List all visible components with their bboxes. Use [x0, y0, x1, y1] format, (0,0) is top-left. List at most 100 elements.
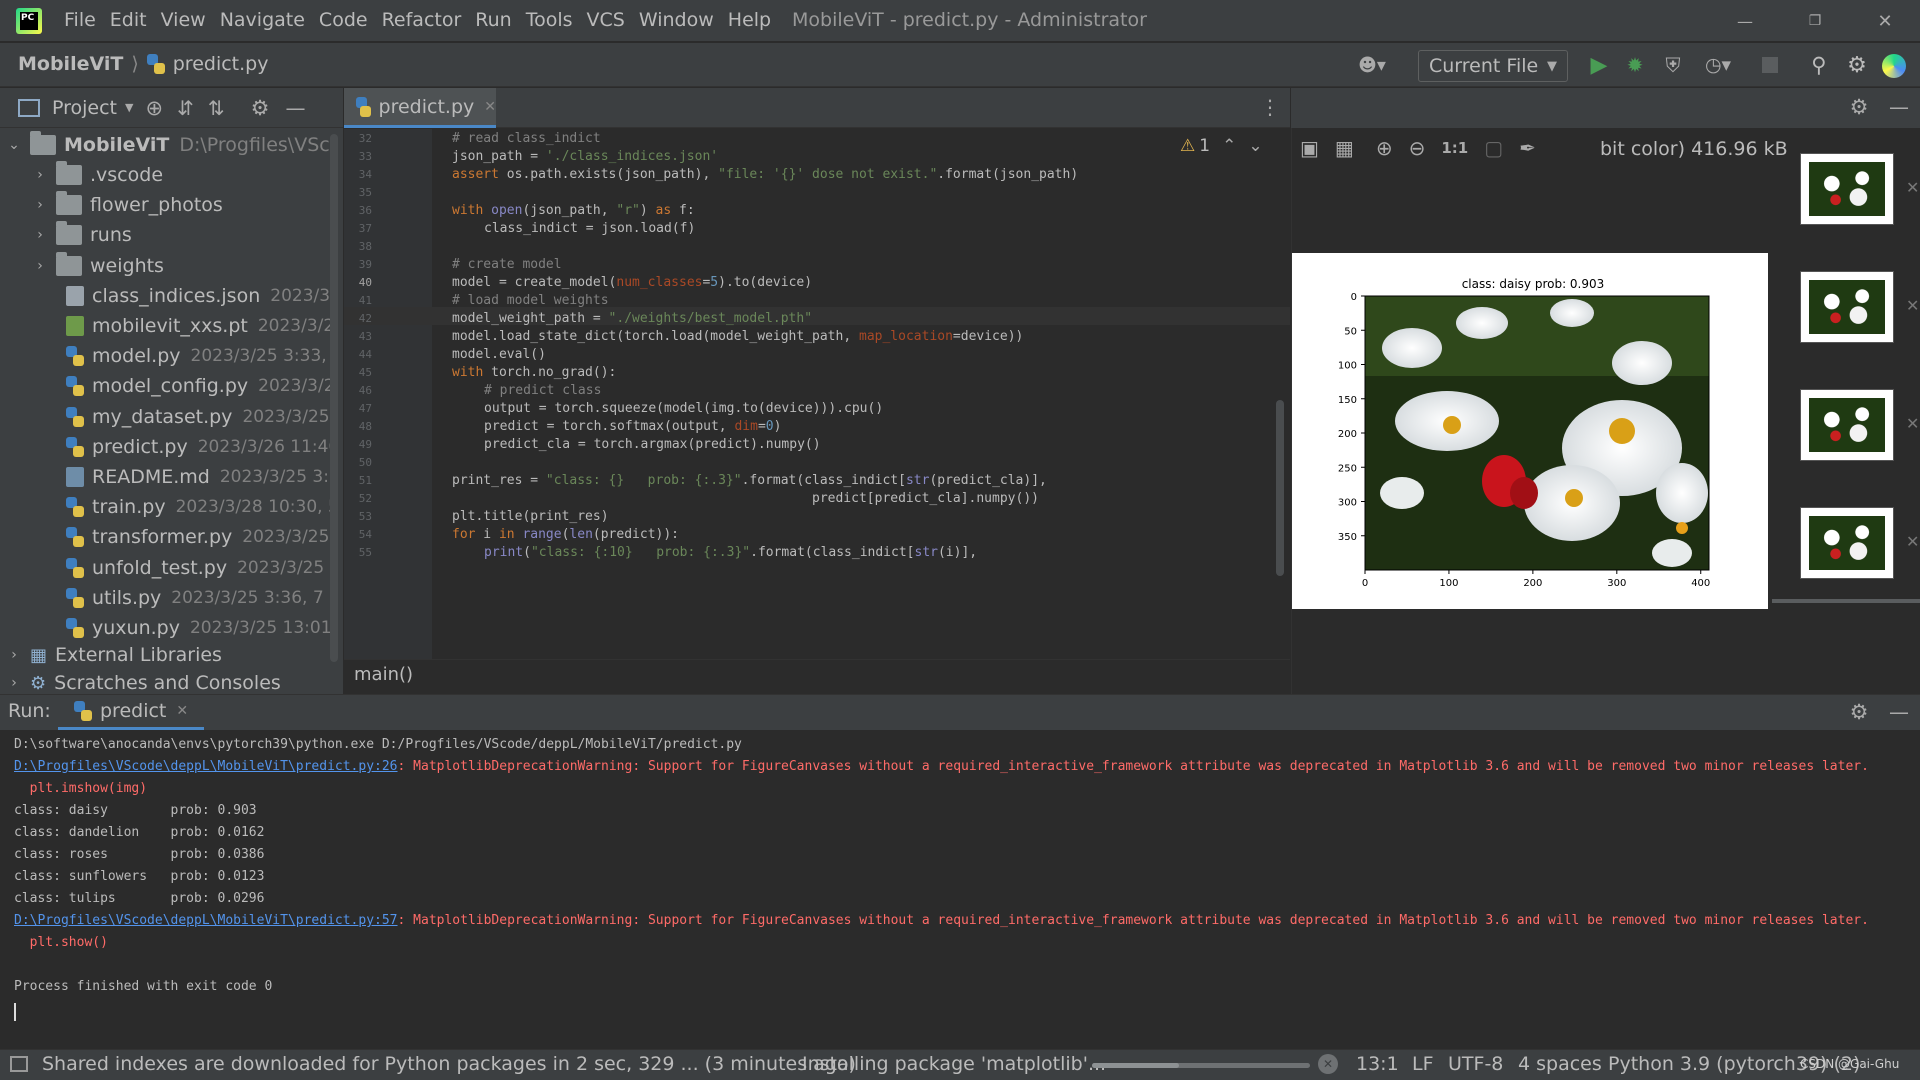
hide-panel-icon[interactable]: —	[1886, 699, 1912, 725]
menu-window[interactable]: Window	[639, 9, 714, 33]
indentation[interactable]: 4 spaces	[1518, 1053, 1602, 1075]
actual-size-button[interactable]: 1:1	[1441, 139, 1468, 157]
tree-file[interactable]: yuxun.py 2023/3/25 13:01, 0 B	[66, 613, 330, 643]
hide-panel-icon[interactable]: —	[1886, 94, 1912, 120]
settings-gear-icon[interactable]: ⚙	[1844, 52, 1870, 78]
menu-refactor[interactable]: Refactor	[382, 9, 462, 33]
user-icon[interactable]: ☻▾	[1352, 52, 1392, 78]
tree-folder[interactable]: › weights	[34, 251, 164, 281]
coverage-icon[interactable]: ⛨	[1660, 52, 1686, 78]
close-tab-icon[interactable]: ✕	[484, 99, 496, 115]
menu-navigate[interactable]: Navigate	[220, 9, 305, 33]
zoom-out-icon[interactable]: ⊖	[1409, 136, 1426, 160]
menu-code[interactable]: Code	[319, 9, 368, 33]
tree-folder[interactable]: › runs	[34, 220, 132, 250]
run-icon[interactable]: ▶	[1586, 52, 1612, 78]
zoom-in-icon[interactable]: ⊕	[1376, 136, 1393, 160]
profile-icon[interactable]: ◷▾	[1698, 52, 1738, 78]
run-tab-predict[interactable]: predict ✕	[58, 694, 204, 730]
tree-folder[interactable]: › .vscode	[34, 160, 163, 190]
search-icon[interactable]: ⚲	[1806, 52, 1832, 78]
fit-zoom-icon[interactable]: ▣	[1300, 136, 1319, 160]
image-thumbnail[interactable]	[1800, 389, 1894, 461]
caret-position[interactable]: 13:1	[1356, 1053, 1399, 1075]
tree-file[interactable]: model_config.py 2023/3/25 3:	[66, 371, 330, 401]
y-tick-label: 250	[1338, 463, 1357, 474]
menu-view[interactable]: View	[161, 9, 206, 33]
more-options-icon[interactable]: ⋮	[1260, 94, 1280, 120]
chevron-down-icon[interactable]: ⌄	[8, 137, 20, 153]
close-thumbnail-icon[interactable]: ✕	[1906, 296, 1919, 315]
close-thumbnail-icon[interactable]: ✕	[1906, 178, 1919, 197]
tree-file[interactable]: README.md 2023/3/25 3:33, 1	[66, 462, 330, 492]
menu-edit[interactable]: Edit	[110, 9, 147, 33]
chevron-right-icon[interactable]: ›	[8, 647, 20, 663]
close-thumbnail-icon[interactable]: ✕	[1906, 414, 1919, 433]
run-config-select[interactable]: Current File ▼	[1418, 50, 1568, 82]
menu-vcs[interactable]: VCS	[587, 9, 625, 33]
tree-item-name: model_config.py	[92, 375, 249, 398]
tree-file[interactable]: my_dataset.py 2023/3/25 3:34	[66, 402, 330, 432]
expand-all-icon[interactable]: ⇵	[177, 96, 194, 120]
tree-file[interactable]: mobilevit_xxs.pt 2023/3/25 13	[66, 311, 330, 341]
tree-folder[interactable]: › flower_photos	[34, 190, 223, 220]
tree-file[interactable]: utils.py 2023/3/25 3:36, 7 kB	[66, 583, 330, 613]
background-icon[interactable]: ▢	[1484, 136, 1503, 160]
hide-panel-icon[interactable]: —	[285, 96, 305, 120]
image-thumbnail[interactable]	[1800, 153, 1894, 225]
editor-scrollbar[interactable]	[1276, 400, 1284, 576]
viewer-hscroll[interactable]	[1772, 599, 1920, 603]
project-view-label[interactable]: Project	[52, 97, 117, 119]
tree-file[interactable]: class_indices.json 2023/3/28 2	[66, 281, 330, 311]
background-task[interactable]: Installing package 'matplotlib'...	[802, 1053, 1106, 1075]
toggle-tool-windows-icon[interactable]	[10, 1056, 28, 1072]
close-tab-icon[interactable]: ✕	[176, 703, 188, 719]
editor-breadcrumb[interactable]: main()	[354, 664, 413, 685]
close-thumbnail-icon[interactable]: ✕	[1906, 532, 1919, 551]
tree-file[interactable]: unfold_test.py 2023/3/25 3:35,	[66, 553, 330, 583]
tree-file[interactable]: model.py 2023/3/25 3:33, 19.7	[66, 341, 330, 371]
restore-icon[interactable]: ❐	[1800, 6, 1830, 36]
chevron-right-icon[interactable]: ›	[34, 258, 46, 274]
menu-run[interactable]: Run	[475, 9, 511, 33]
grid-icon[interactable]: ▦	[1335, 136, 1354, 160]
console-output[interactable]: D:\software\anocanda\envs\pytorch39\pyth…	[0, 731, 1920, 1049]
locate-icon[interactable]: ⊕	[145, 96, 163, 120]
chevron-right-icon[interactable]: ›	[34, 197, 46, 213]
debug-icon[interactable]: ✹	[1622, 52, 1648, 78]
file-encoding[interactable]: UTF-8	[1448, 1053, 1503, 1075]
chevron-right-icon[interactable]: ›	[34, 167, 46, 183]
menu-help[interactable]: Help	[728, 9, 771, 33]
tree-file[interactable]: train.py 2023/3/28 10:30, 5.88 k	[66, 492, 330, 522]
status-message[interactable]: Shared indexes are downloaded for Python…	[42, 1053, 856, 1075]
project-scrollbar[interactable]	[330, 134, 338, 662]
gear-icon[interactable]: ⚙	[251, 96, 270, 120]
gear-icon[interactable]: ⚙	[1846, 94, 1872, 120]
menu-file[interactable]: File	[64, 9, 96, 33]
nav-project-name[interactable]: MobileViT	[18, 53, 123, 75]
image-thumbnail[interactable]	[1800, 507, 1894, 579]
chevron-down-icon[interactable]: ▼	[125, 101, 133, 114]
jetbrains-toolbox-icon[interactable]	[1882, 54, 1906, 78]
stop-icon[interactable]	[1762, 57, 1778, 73]
tree-file[interactable]: predict.py 2023/3/26 11:40, 1.9	[66, 432, 330, 462]
chevron-right-icon[interactable]: ›	[8, 675, 20, 691]
close-icon[interactable]: ✕	[1870, 6, 1900, 36]
tree-file[interactable]: transformer.py 2023/3/25 3:35	[66, 522, 330, 552]
tab-predict-py[interactable]: predict.py ✕	[344, 88, 496, 128]
color-picker-icon[interactable]: ✒	[1519, 136, 1536, 160]
tree-root[interactable]: ⌄ MobileViT D:\Progfiles\VScode\	[8, 130, 330, 160]
cancel-task-icon[interactable]: ✕	[1318, 1054, 1338, 1074]
tree-external-libraries[interactable]: › ▦ External Libraries	[8, 640, 222, 670]
minimize-icon[interactable]: —	[1730, 6, 1760, 36]
line-separator[interactable]: LF	[1412, 1053, 1434, 1075]
collapse-all-icon[interactable]: ⇅	[208, 96, 225, 120]
menu-tools[interactable]: Tools	[526, 9, 573, 33]
nav-file-name[interactable]: predict.py	[173, 53, 269, 75]
chevron-right-icon[interactable]: ›	[34, 227, 46, 243]
source-link[interactable]: D:\Progfiles\VScode\deppL\MobileViT\pred…	[14, 759, 398, 774]
gear-icon[interactable]: ⚙	[1846, 699, 1872, 725]
image-thumbnail[interactable]	[1800, 271, 1894, 343]
code-view[interactable]: 32 33 34 35 36 37 38 39 40 41 42 43 44 45 46 47 48 49 50 51…	[344, 130, 1290, 658]
source-link[interactable]: D:\Progfiles\VScode\deppL\MobileViT\pred…	[14, 913, 398, 928]
